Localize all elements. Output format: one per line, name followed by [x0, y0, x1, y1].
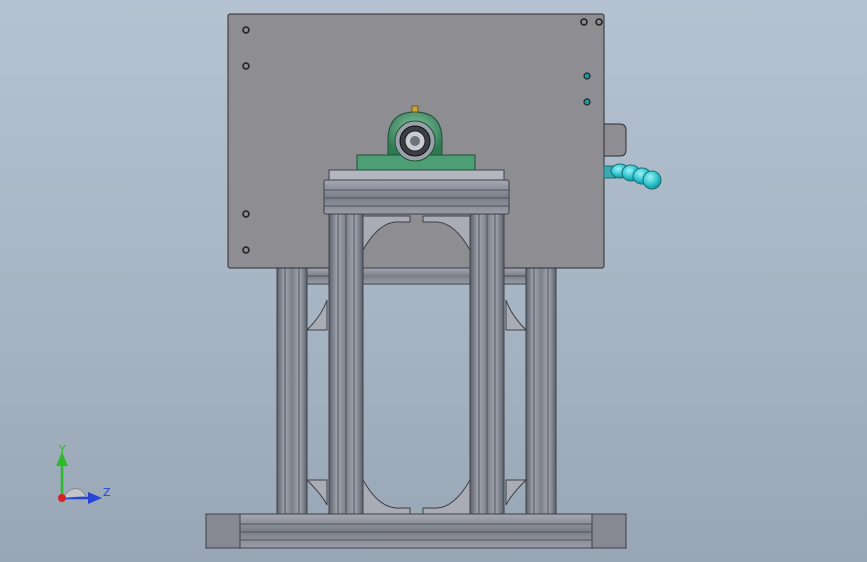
y-axis-label: Y [59, 443, 66, 456]
machine-assembly-model[interactable] [0, 0, 867, 562]
axis-triad: Y Z [40, 438, 130, 518]
axis-triad-graphic [56, 452, 102, 504]
z-axis-label: Z [103, 486, 111, 499]
x-axis-dot [58, 494, 66, 502]
cad-viewport[interactable]: Y Z [0, 0, 867, 562]
rear-frame [276, 267, 557, 515]
base-beam[interactable] [205, 513, 627, 549]
side-handle[interactable] [603, 123, 662, 190]
z-axis-arrowhead [88, 492, 102, 504]
